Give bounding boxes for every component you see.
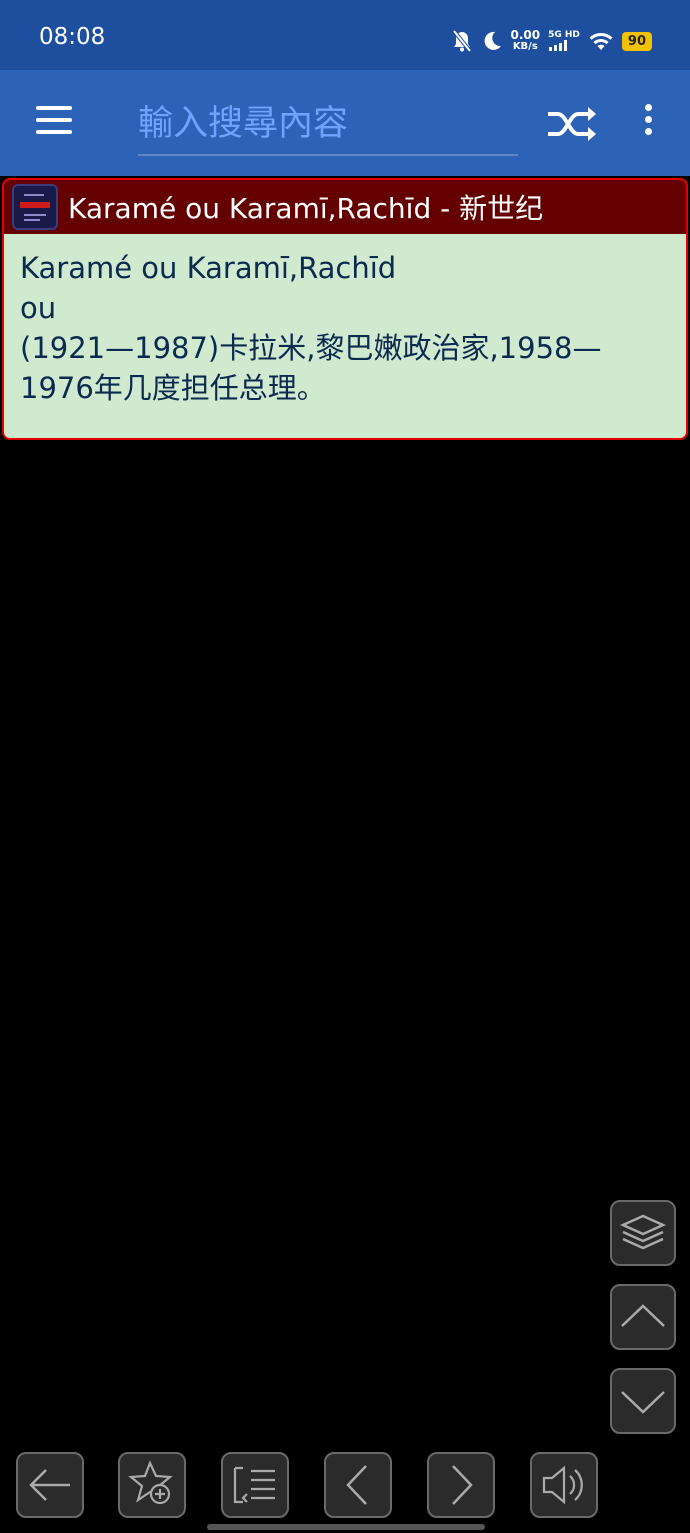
dictionary-logo-icon xyxy=(12,184,58,230)
entry-title: Karamé ou Karamī,Rachīd - 新世纪 xyxy=(68,192,544,225)
speak-button[interactable] xyxy=(530,1452,598,1518)
layers-icon xyxy=(612,1202,674,1264)
favorite-add-icon xyxy=(120,1454,184,1516)
previous-button[interactable] xyxy=(324,1452,392,1518)
search-box xyxy=(138,94,518,156)
back-arrow-icon xyxy=(18,1454,82,1516)
status-icons: 0.00 KB/s 5G HD 90 xyxy=(451,26,652,56)
home-indicator[interactable] xyxy=(207,1524,485,1530)
add-favorite-button[interactable] xyxy=(118,1452,186,1518)
app-toolbar xyxy=(0,70,690,176)
prev-icon xyxy=(326,1454,390,1516)
scroll-up-button[interactable] xyxy=(610,1284,676,1350)
entry-card[interactable]: Karamé ou Karamī,Rachīd - 新世纪 Karamé ou … xyxy=(2,178,688,440)
shuffle-icon[interactable] xyxy=(544,104,600,144)
entry-header: Karamé ou Karamī,Rachīd - 新世纪 xyxy=(4,180,686,234)
moon-icon xyxy=(481,30,503,52)
network-type: 5G HD xyxy=(548,31,580,51)
entry-headword: Karamé ou Karamī,Rachīd xyxy=(20,251,397,285)
search-input[interactable] xyxy=(138,94,518,154)
chevron-up-icon xyxy=(612,1286,674,1348)
status-time: 08:08 xyxy=(39,24,106,50)
wifi-icon xyxy=(588,30,614,52)
entry-body: Karamé ou Karamī,Rachīd ou (1921—1987)卡拉… xyxy=(4,234,686,408)
back-button[interactable] xyxy=(16,1452,84,1518)
menu-icon[interactable] xyxy=(30,100,78,146)
net-speed: 0.00 KB/s xyxy=(510,28,541,52)
mute-bell-icon xyxy=(451,29,473,53)
battery-icon: 90 xyxy=(621,31,652,51)
more-vert-icon[interactable] xyxy=(630,104,666,146)
entry-alt: ou xyxy=(20,291,57,325)
scroll-down-button[interactable] xyxy=(610,1368,676,1434)
speaker-icon xyxy=(532,1454,596,1516)
chevron-down-icon xyxy=(612,1370,674,1432)
next-icon xyxy=(429,1454,493,1516)
entry-definition: (1921—1987)卡拉米,黎巴嫩政治家,1958—1976年几度担任总理。 xyxy=(20,331,602,405)
list-button[interactable] xyxy=(221,1452,289,1518)
list-icon xyxy=(223,1454,287,1516)
layers-button[interactable] xyxy=(610,1200,676,1266)
next-button[interactable] xyxy=(427,1452,495,1518)
status-bar: 08:08 0.00 KB/s 5G HD 90 xyxy=(0,0,690,70)
